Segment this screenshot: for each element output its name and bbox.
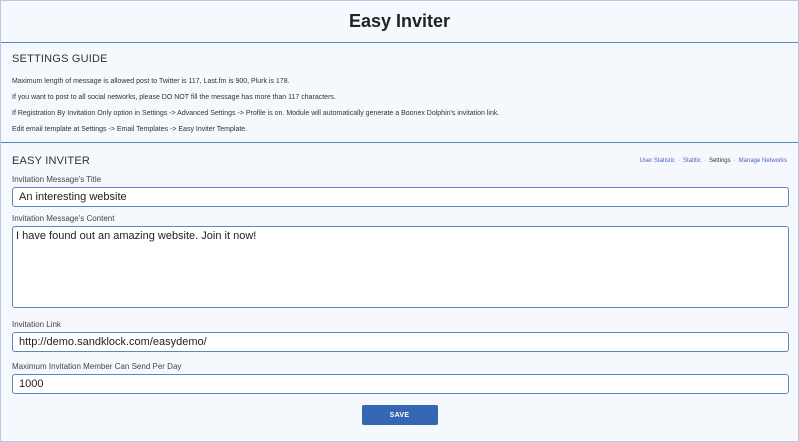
- settings-guide-title: SETTINGS GUIDE: [12, 53, 108, 65]
- easy-inviter-header: EASY INVITER User Statistic · Statitic ·…: [12, 154, 787, 168]
- message-content-textarea[interactable]: I have found out an amazing website. Joi…: [12, 226, 789, 308]
- nav-link-manage-networks[interactable]: Manage Networks: [739, 158, 787, 164]
- nav-link-user-statistic[interactable]: User Statistic: [640, 158, 675, 164]
- page-title: Easy Inviter: [348, 11, 451, 31]
- save-row: SAVE: [12, 405, 787, 425]
- guide-line: If Registration By Invitation Only optio…: [12, 110, 500, 117]
- title-bar: Easy Inviter: [1, 1, 798, 43]
- invitation-link-input[interactable]: [12, 332, 789, 352]
- nav-current-settings: Settings: [708, 158, 731, 164]
- inviter-nav: User Statistic · Statitic · Settings · M…: [640, 158, 787, 164]
- nav-separator: ·: [677, 158, 680, 164]
- message-title-label: Invitation Message's Title: [12, 175, 102, 184]
- guide-line: Edit email template at Settings -> Email…: [12, 126, 248, 133]
- nav-separator: ·: [733, 158, 736, 164]
- easy-inviter-title: EASY INVITER: [12, 155, 90, 167]
- invitation-link-label: Invitation Link: [12, 320, 61, 329]
- max-invitations-input[interactable]: [12, 374, 789, 394]
- settings-guide-lines: Maximum length of message is allowed pos…: [12, 74, 787, 138]
- easy-inviter-panel: EASY INVITER User Statistic · Statitic ·…: [1, 144, 798, 442]
- message-title-input[interactable]: [12, 187, 789, 207]
- nav-separator: ·: [703, 158, 706, 164]
- nav-link-statitic[interactable]: Statitic: [683, 158, 701, 164]
- max-invitations-label: Maximum Invitation Member Can Send Per D…: [12, 362, 182, 371]
- app-window: Easy Inviter SETTINGS GUIDE Maximum leng…: [0, 0, 799, 442]
- settings-guide-panel: SETTINGS GUIDE Maximum length of message…: [1, 43, 798, 143]
- guide-line: If you want to post to all social networ…: [12, 94, 336, 101]
- message-content-label: Invitation Message's Content: [12, 214, 115, 223]
- save-button[interactable]: SAVE: [361, 405, 438, 425]
- guide-line: Maximum length of message is allowed pos…: [12, 78, 290, 85]
